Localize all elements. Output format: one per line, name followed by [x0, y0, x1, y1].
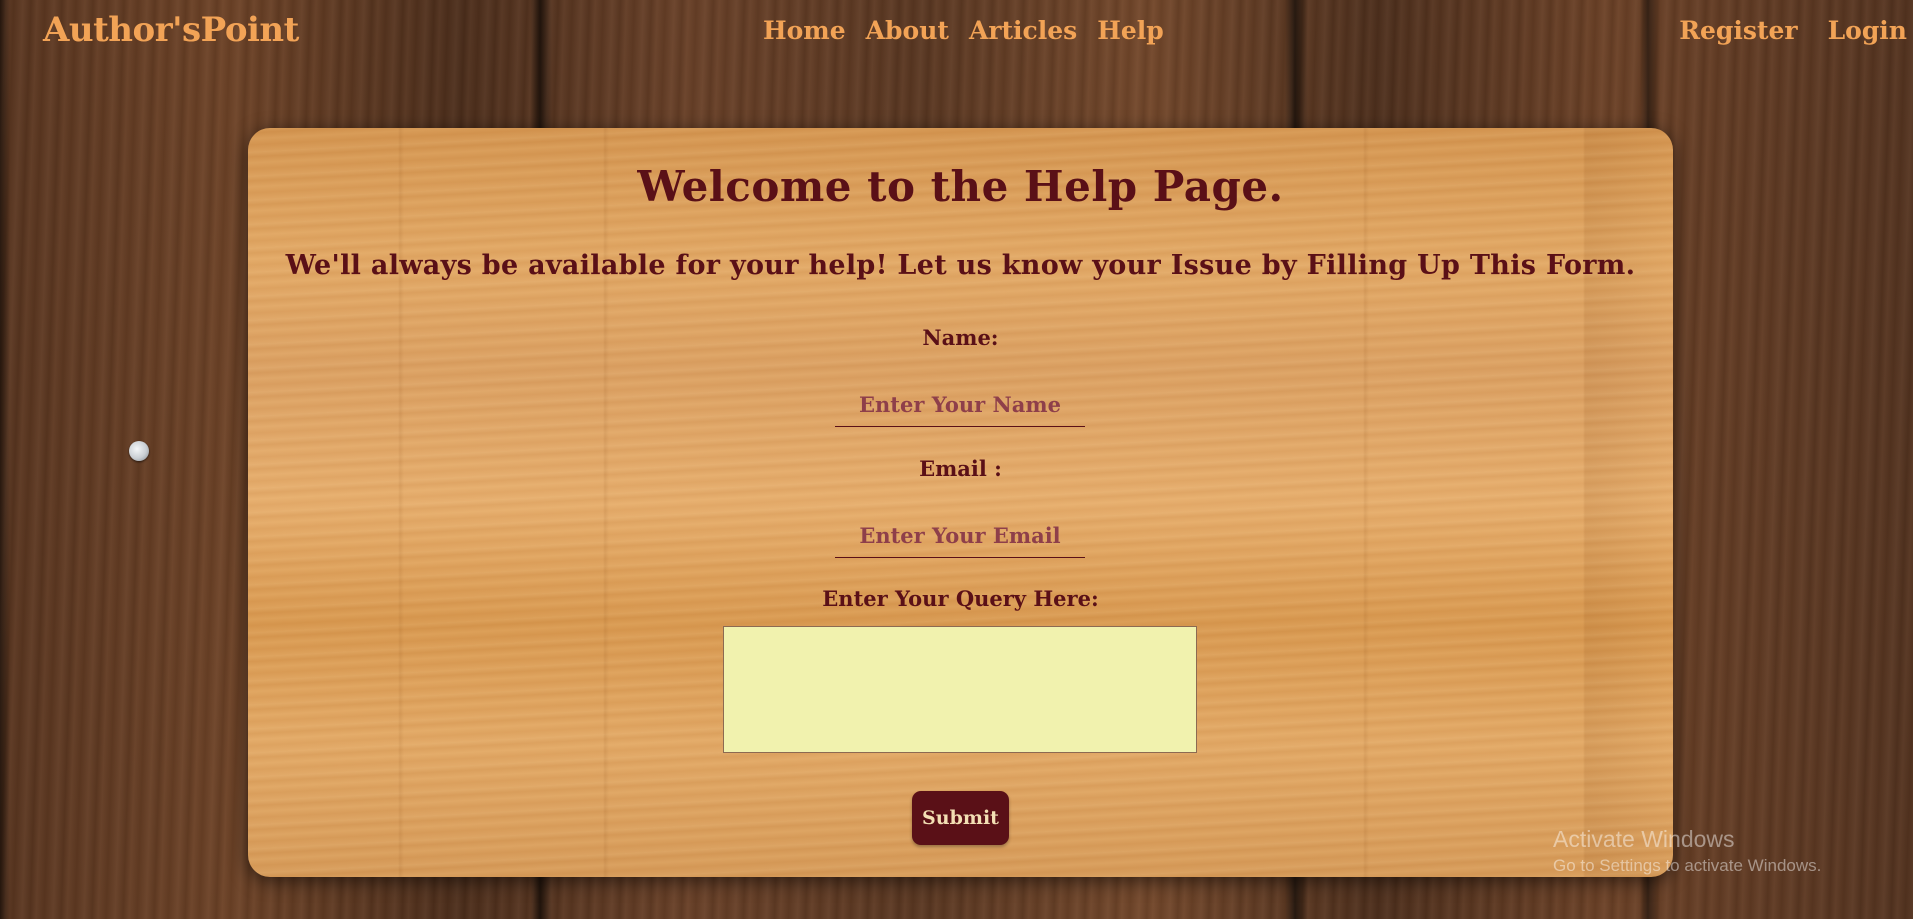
main-nav: Home About Articles Help: [763, 16, 1164, 45]
name-input[interactable]: [835, 382, 1085, 427]
page-title: Welcome to the Help Page.: [637, 162, 1284, 211]
query-textarea[interactable]: [723, 626, 1197, 753]
register-link[interactable]: Register: [1679, 16, 1797, 45]
submit-button[interactable]: Submit: [912, 791, 1009, 845]
help-form-card: Welcome to the Help Page. We'll always b…: [248, 128, 1673, 877]
nav-help-link[interactable]: Help: [1097, 16, 1164, 45]
email-label: Email :: [919, 456, 1002, 481]
brand-logo[interactable]: Author'sPoint: [43, 10, 299, 50]
auth-nav: Register Login: [1679, 16, 1907, 45]
page-subtitle: We'll always be available for your help!…: [285, 250, 1636, 281]
name-label: Name:: [922, 325, 999, 350]
nav-about-link[interactable]: About: [866, 16, 949, 45]
top-navbar: Author'sPoint Home About Articles Help R…: [0, 0, 1913, 66]
activation-title: Activate Windows: [1553, 826, 1735, 852]
login-link[interactable]: Login: [1828, 16, 1907, 45]
activation-subtitle: Go to Settings to activate Windows.: [1553, 856, 1822, 875]
email-input[interactable]: [835, 513, 1085, 558]
wall-nail: [129, 441, 149, 461]
windows-activation-watermark: Activate Windows Go to Settings to activ…: [1553, 825, 1821, 877]
nav-home-link[interactable]: Home: [763, 16, 846, 45]
nav-articles-link[interactable]: Articles: [969, 16, 1077, 45]
query-label: Enter Your Query Here:: [822, 586, 1099, 611]
